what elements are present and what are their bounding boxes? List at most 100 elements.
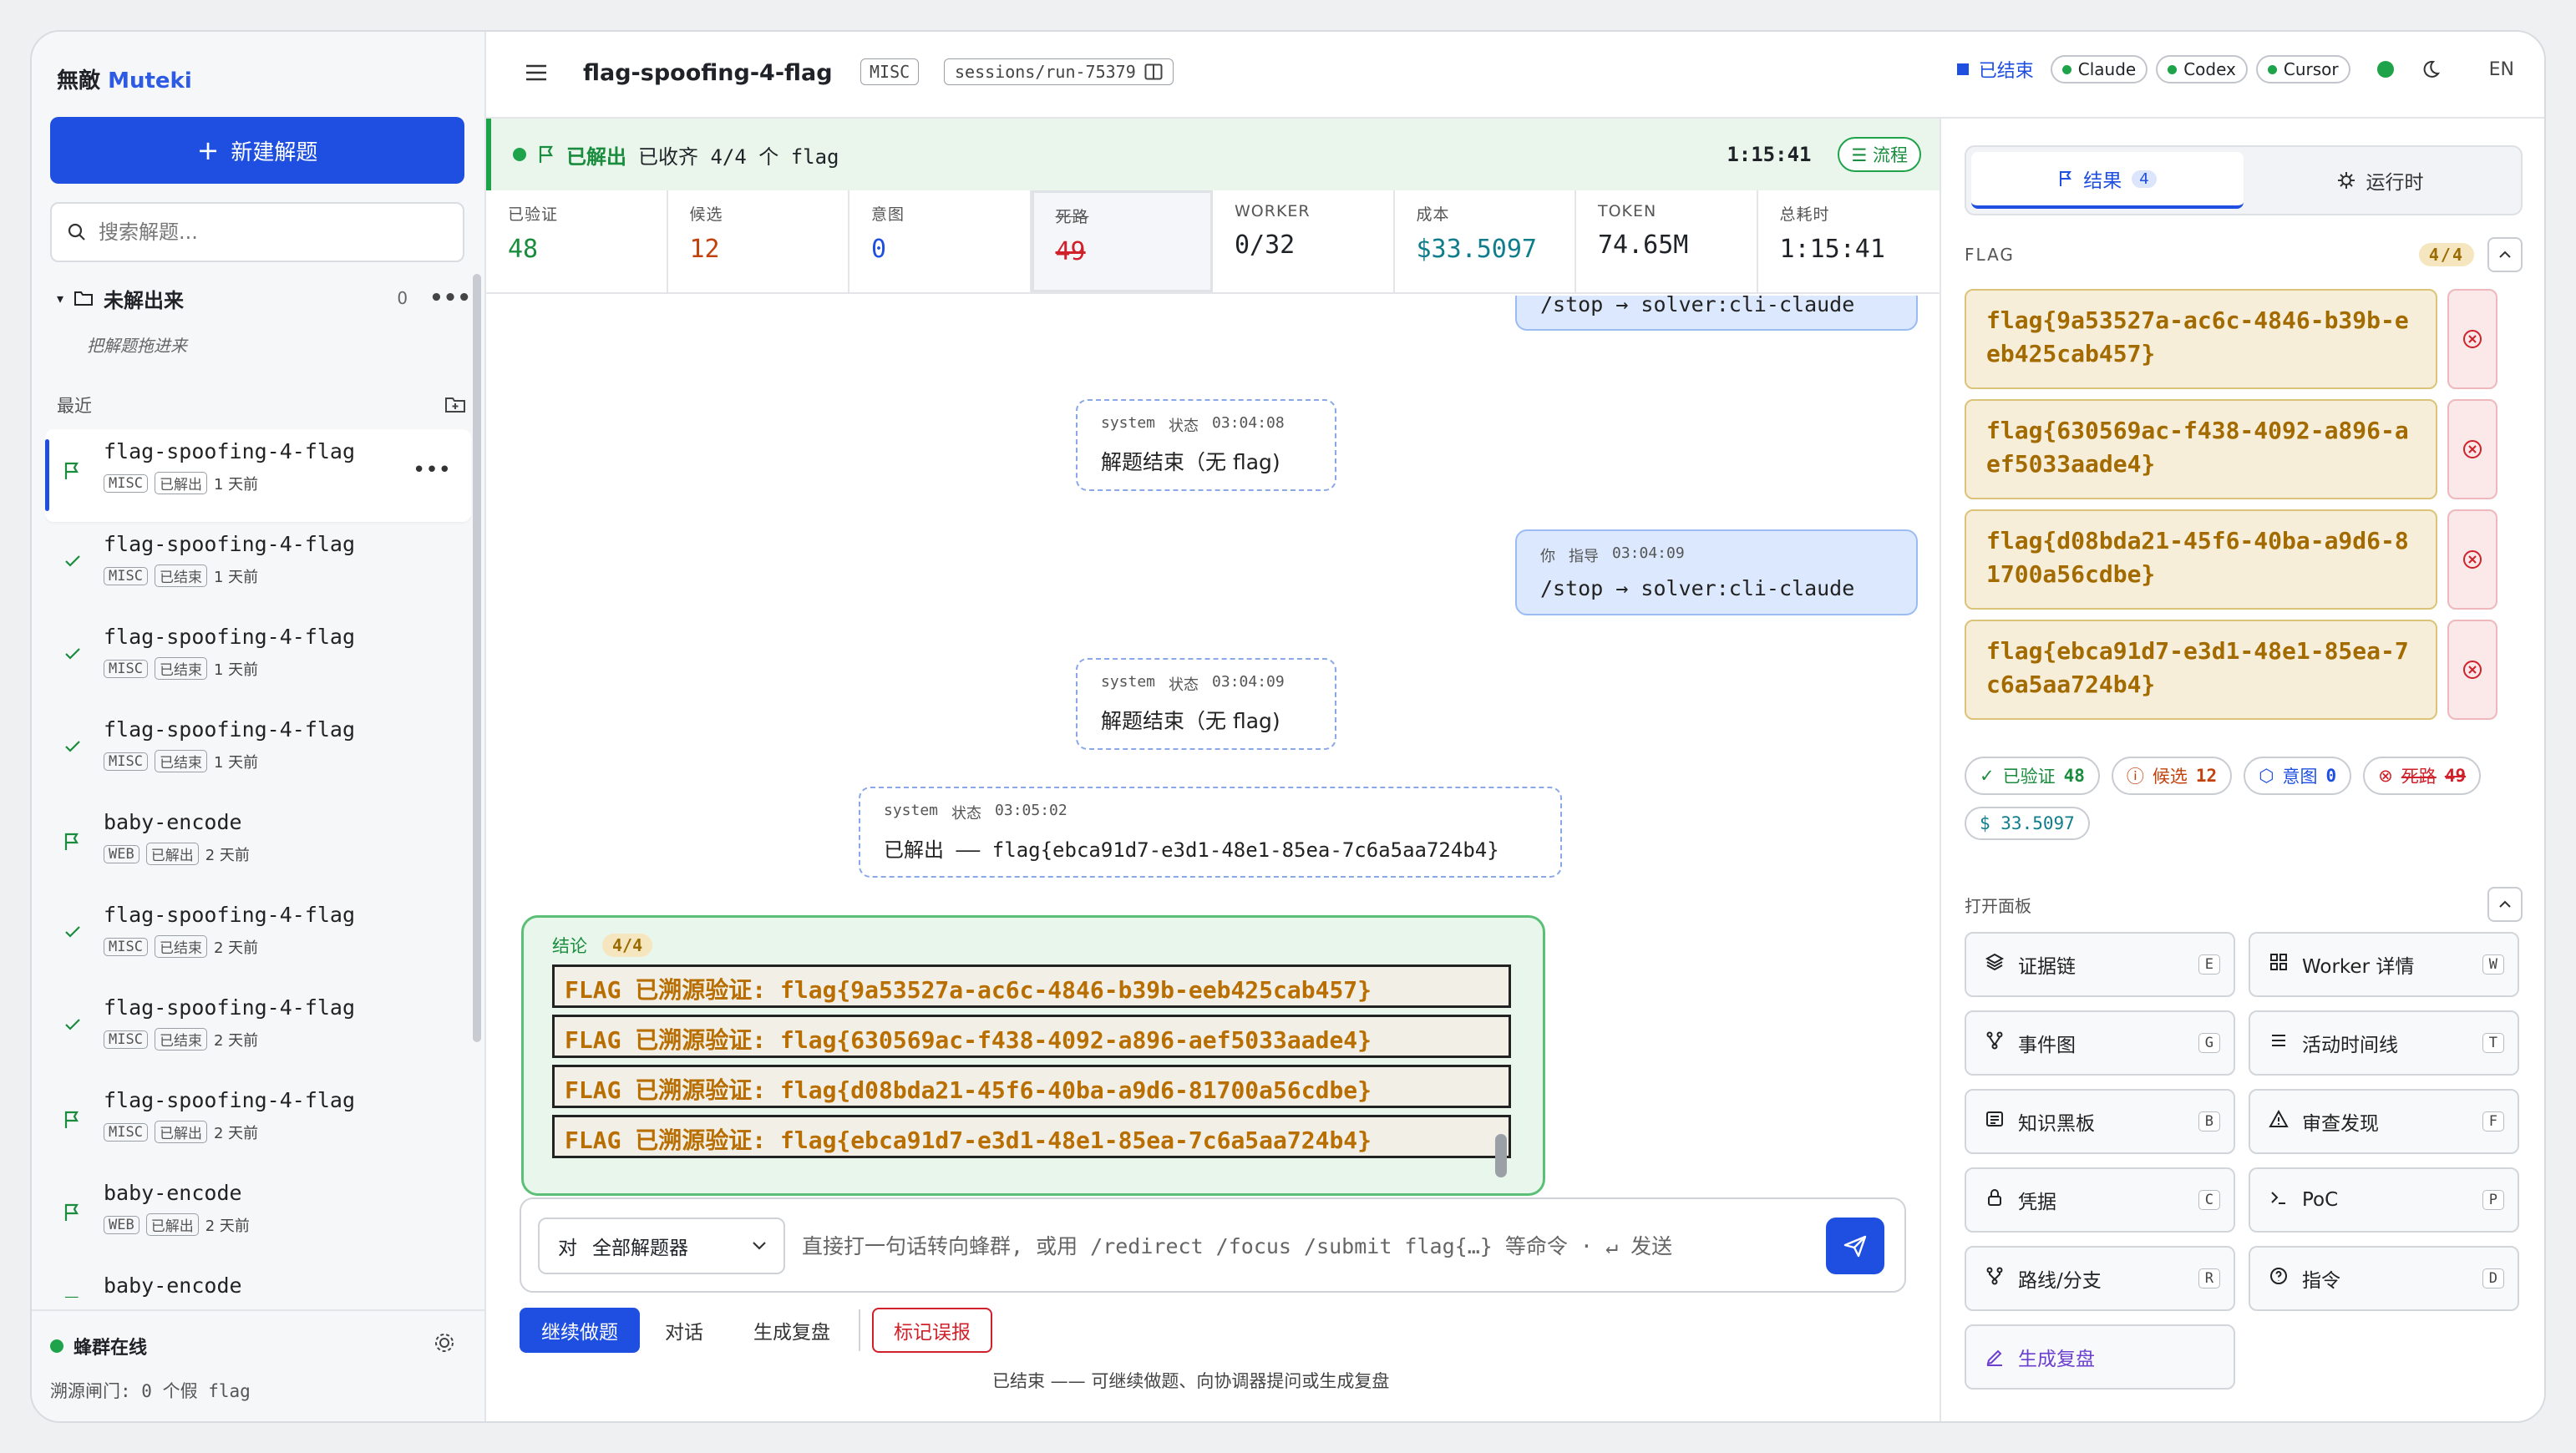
session-title: flag-spoofing-4-flag <box>104 995 356 1020</box>
session-item[interactable]: flag-spoofing-4-flag MISC 已结束 1 天前 <box>45 522 471 615</box>
session-title: flag-spoofing-4-flag <box>104 625 356 649</box>
session-path[interactable]: sessions/run-75379 <box>944 58 1174 85</box>
panel-button[interactable]: 活动时间线 T <box>2249 1010 2519 1076</box>
collapse-button[interactable] <box>2487 887 2523 922</box>
tab-results-label: 结果 <box>2083 170 2122 192</box>
metric-cost[interactable]: 成本 $33.5097 <box>1395 190 1576 292</box>
metric-token[interactable]: TOKEN 74.65M <box>1576 190 1758 292</box>
remove-flag-button[interactable] <box>2447 620 2497 720</box>
language-toggle[interactable]: EN <box>2489 59 2514 80</box>
sidebar-scrollbar[interactable] <box>473 274 481 1042</box>
session-item[interactable]: baby-encode <box>45 1263 471 1298</box>
metric-verified[interactable]: 已验证 48 <box>486 190 668 292</box>
remove-flag-button[interactable] <box>2447 399 2497 499</box>
gear-icon[interactable] <box>433 1331 456 1354</box>
session-item[interactable]: flag-spoofing-4-flag MISC 已结束 2 天前 <box>45 893 471 985</box>
mark-false-button[interactable]: 标记误报 <box>872 1308 992 1353</box>
caret-down-icon[interactable]: ▾ <box>57 291 63 306</box>
flag-card[interactable]: flag{d08bda21-45f6-40ba-a9d6-81700a56cdb… <box>1965 509 2437 610</box>
panel-button[interactable]: 知识黑板 B <box>1965 1089 2235 1154</box>
metric-intent[interactable]: 意图 0 <box>849 190 1032 292</box>
panel-button[interactable]: 凭据 C <box>1965 1167 2235 1233</box>
session-item[interactable]: flag-spoofing-4-flag MISC 已结束 1 天前 <box>45 615 471 707</box>
session-title: flag-spoofing-4-flag <box>104 532 356 556</box>
metric-candidate[interactable]: 候选 12 <box>668 190 849 292</box>
flag-section-header: FLAG 4/4 <box>1965 235 2523 274</box>
panel-button[interactable]: 事件图 G <box>1965 1010 2235 1076</box>
remove-flag-button[interactable] <box>2447 509 2497 610</box>
session-item[interactable]: flag-spoofing-4-flag MISC 已结束 1 天前 <box>45 707 471 800</box>
x-circle-icon: ⊗ <box>2378 766 2393 786</box>
flag-icon <box>63 1295 80 1298</box>
panel-label: 审查发现 <box>2302 1113 2379 1135</box>
session-item[interactable]: baby-encode WEB 已解出 2 天前 <box>45 800 471 893</box>
chat-scrollbar[interactable] <box>1495 1134 1507 1177</box>
target-prefix: 对 <box>558 1238 577 1259</box>
stat-verified[interactable]: ✓ 已验证 48 <box>1965 757 2100 795</box>
stat-deadend[interactable]: ⊗ 死路 49 <box>2363 757 2482 795</box>
remove-flag-button[interactable] <box>2447 289 2497 389</box>
session-item[interactable]: flag-spoofing-4-flag MISC 已解出 1 天前 ••• <box>45 429 471 522</box>
panel-button[interactable]: 指令 D <box>2249 1246 2519 1311</box>
panel-button[interactable]: 路线/分支 R <box>1965 1246 2235 1311</box>
flag-card[interactable]: flag{ebca91d7-e3d1-48e1-85ea-7c6a5aa724b… <box>1965 620 2437 720</box>
stat-cost[interactable]: $ 33.5097 <box>1965 807 2090 840</box>
message-time: 03:04:09 <box>1212 673 1285 691</box>
flag-card[interactable]: flag{9a53527a-ac6c-4846-b39b-eeb425cab45… <box>1965 289 2437 389</box>
sidebar-footer: 蜂群在线 溯源闸门: 0 个假 flag <box>32 1309 484 1421</box>
agent-pill-cursor[interactable]: Cursor <box>2255 55 2350 84</box>
message-input[interactable] <box>802 1223 1821 1269</box>
target-select[interactable]: 对 全部解题器 <box>538 1218 785 1274</box>
category-tag: MISC <box>104 473 148 493</box>
tab-results[interactable]: 结果 4 <box>1971 152 2244 209</box>
session-item[interactable]: flag-spoofing-4-flag MISC 已解出 2 天前 <box>45 1078 471 1171</box>
sidebar-toggle-icon[interactable] <box>1144 63 1163 80</box>
message-role: system <box>884 802 939 819</box>
metric-total-time[interactable]: 总耗时 1:15:41 <box>1758 190 1940 292</box>
new-solve-button[interactable]: + 新建解题 <box>50 117 464 184</box>
action-bar: 继续做题 对话 生成复盘 标记误报 <box>520 1308 992 1353</box>
session-item[interactable]: flag-spoofing-4-flag MISC 已结束 2 天前 <box>45 985 471 1078</box>
system-message: system 状态 03:05:02 已解出 —— flag{ebca91d7-e3… <box>859 787 1562 878</box>
conclusion-label: 结论 <box>552 936 587 956</box>
flow-button[interactable]: ☰ 流程 <box>1838 137 1921 172</box>
search-input[interactable] <box>99 220 433 244</box>
conclusion-card: 结论 4/4 FLAG 已溯源验证: flag{9a53527a-ac6c-48… <box>521 915 1545 1196</box>
stat-intent[interactable]: ⬡ 意图 0 <box>2244 757 2352 795</box>
chat-button[interactable]: 对话 <box>640 1308 728 1353</box>
more-icon[interactable]: ••• <box>413 458 451 483</box>
brand-logo: 無敵 Muteki <box>57 63 192 94</box>
generate-review-button[interactable]: 生成复盘 <box>1965 1324 2235 1390</box>
panel-button[interactable]: PoC P <box>2249 1167 2519 1233</box>
connection-dot-icon <box>2376 61 2394 78</box>
open-panels-header: 打开面板 <box>1965 885 2523 924</box>
folder-unsolved[interactable]: ▾ 未解出来 0 ••• <box>57 279 471 317</box>
panel-button[interactable]: 审查发现 F <box>2249 1089 2519 1154</box>
panel-button[interactable]: Worker 详情 W <box>2249 932 2519 997</box>
warning-icon <box>2269 1109 2289 1134</box>
metric-label: 意图 <box>871 205 905 224</box>
metric-deadend[interactable]: 死路 49 <box>1031 190 1213 292</box>
panel-button[interactable]: 证据链 E <box>1965 932 2235 997</box>
new-folder-icon[interactable] <box>444 396 466 414</box>
session-age: 1 天前 <box>213 568 259 586</box>
session-age: 1 天前 <box>213 753 259 772</box>
continue-button[interactable]: 继续做题 <box>520 1308 640 1353</box>
session-title: flag-spoofing-4-flag <box>104 903 356 927</box>
agent-pill-codex[interactable]: Codex <box>2156 55 2248 84</box>
elapsed-time: 1:15:41 <box>1727 143 1812 166</box>
review-button[interactable]: 生成复盘 <box>728 1308 855 1353</box>
more-icon[interactable]: ••• <box>429 286 471 311</box>
flag-card[interactable]: flag{630569ac-f438-4092-a896-aef5033aade… <box>1965 399 2437 499</box>
session-list: flag-spoofing-4-flag MISC 已解出 1 天前 ••• flag-s… <box>45 429 471 1298</box>
menu-icon[interactable] <box>525 63 548 82</box>
agent-pill-claude[interactable]: Claude <box>2050 55 2148 84</box>
tab-runtime[interactable]: 运行时 <box>2244 152 2516 209</box>
moon-icon[interactable] <box>2421 59 2441 79</box>
stat-candidate[interactable]: ⓘ 候选 12 <box>2111 757 2233 795</box>
send-button[interactable] <box>1826 1218 1884 1274</box>
chevron-down-icon <box>753 1242 766 1250</box>
session-item[interactable]: baby-encode WEB 已解出 2 天前 <box>45 1171 471 1263</box>
collapse-button[interactable] <box>2487 237 2523 272</box>
metric-worker[interactable]: WORKER 0/32 <box>1213 190 1395 292</box>
